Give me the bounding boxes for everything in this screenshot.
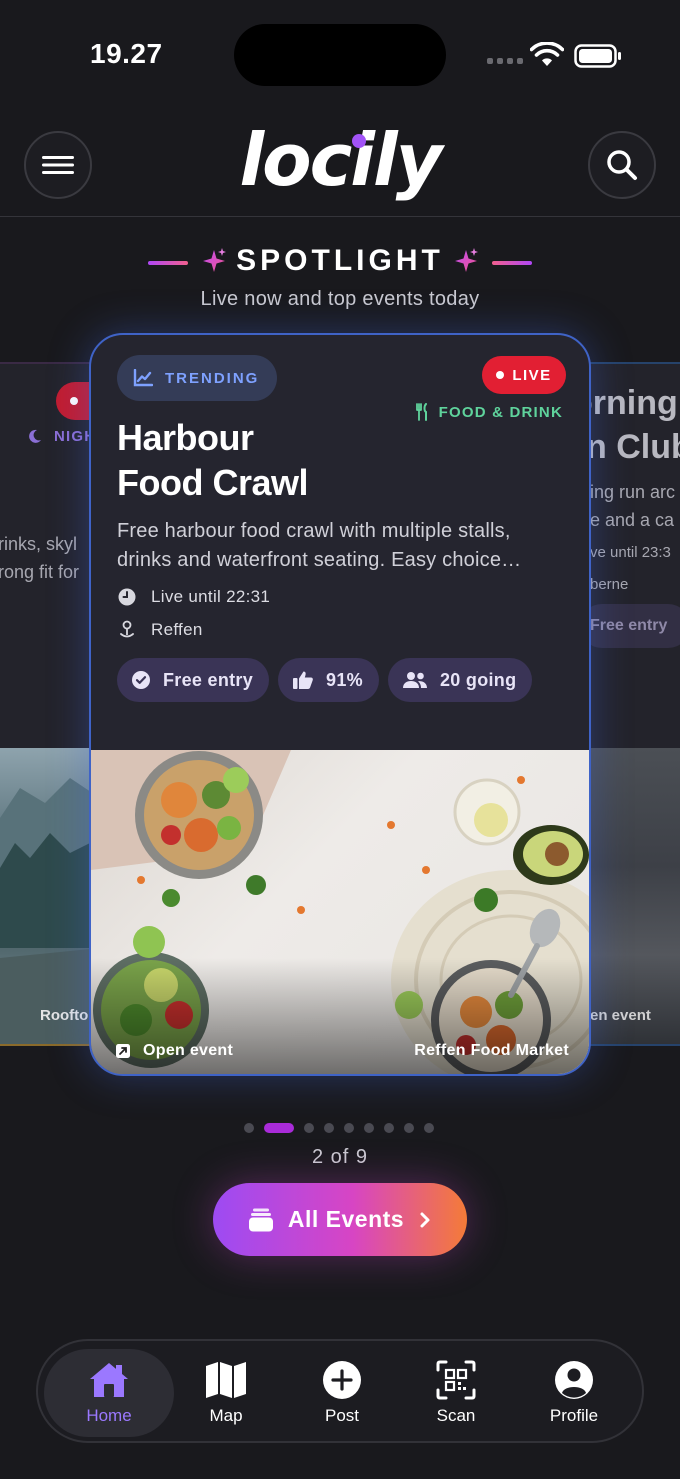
event-location: Reffen xyxy=(117,620,203,640)
tab-map[interactable]: Map xyxy=(166,1349,286,1437)
event-chips: Free entry 91% 20 going xyxy=(117,658,533,702)
side-time: ve until 23:3 xyxy=(590,544,671,561)
category-label: FOOD & DRINK xyxy=(438,403,563,421)
home-icon xyxy=(90,1363,128,1397)
sparkle-icon xyxy=(455,248,478,272)
search-icon xyxy=(607,150,637,180)
trending-chart-icon xyxy=(133,369,153,387)
pagination-dot-active[interactable] xyxy=(264,1123,294,1133)
event-image: Open event Reffen Food Market xyxy=(91,750,589,1074)
clock-icon xyxy=(118,588,136,606)
pagination-dot[interactable] xyxy=(364,1123,374,1133)
wifi-icon xyxy=(530,42,564,66)
side-title-line: orning xyxy=(580,384,678,422)
event-venue: Reffen Food Market xyxy=(414,1042,569,1059)
live-label: LIVE xyxy=(512,366,552,384)
logo-dot xyxy=(352,134,366,148)
people-icon xyxy=(402,672,427,688)
trending-label: TRENDING xyxy=(165,369,260,387)
app-logo: locily xyxy=(239,118,442,202)
stack-icon xyxy=(248,1208,273,1231)
trending-badge: TRENDING xyxy=(117,355,278,401)
live-dot-icon xyxy=(496,371,505,379)
side-event-image: en event xyxy=(580,748,680,1044)
open-event-link[interactable]: Open event xyxy=(115,1042,233,1060)
spotlight-line-right xyxy=(492,261,532,265)
live-badge: LIVE xyxy=(482,356,566,394)
pagination-dot[interactable] xyxy=(304,1123,314,1133)
tab-scan[interactable]: Scan xyxy=(396,1349,516,1437)
header-divider xyxy=(0,216,680,217)
side-desc-line: ing run arc xyxy=(590,482,676,502)
side-desc-line: rinks, skyl xyxy=(0,534,78,554)
all-events-button[interactable]: All Events xyxy=(213,1183,467,1256)
event-title: Harbour Food Crawl xyxy=(117,417,309,503)
pager-counter: 2 of 9 xyxy=(311,1146,369,1168)
pagination-dot[interactable] xyxy=(324,1123,334,1133)
pagination-dot[interactable] xyxy=(424,1123,434,1133)
pagination-dot[interactable] xyxy=(344,1123,354,1133)
thumbs-up-icon xyxy=(293,671,313,689)
dynamic-island xyxy=(234,24,446,86)
all-events-label: All Events xyxy=(287,1206,405,1232)
spotlight-subtitle: Live now and top events today xyxy=(200,288,480,310)
tab-profile[interactable]: Profile xyxy=(514,1349,634,1437)
chip-free-entry: Free entry xyxy=(117,658,270,702)
side-chip: Free entry xyxy=(580,604,680,648)
pagination-dot[interactable] xyxy=(384,1123,394,1133)
chip-rating: 91% xyxy=(278,658,379,702)
cellular-signal-icon xyxy=(487,58,523,64)
side-image-label: en event xyxy=(590,1007,651,1024)
external-link-icon xyxy=(116,1044,130,1058)
event-description: Free harbour food crawl with multiple st… xyxy=(117,520,522,571)
event-card-previous[interactable]: NIGH rinks, skyl rong fit for Rooftop xyxy=(0,362,100,1046)
search-button[interactable] xyxy=(588,131,656,199)
tab-home[interactable]: Home xyxy=(44,1349,174,1437)
side-event-image: Rooftop xyxy=(0,748,99,1044)
tab-post[interactable]: Post xyxy=(282,1349,402,1437)
bottom-tab-bar: Home Map Post Scan Profile xyxy=(36,1339,644,1443)
carousel-pagination xyxy=(244,1123,434,1133)
status-time: 19.27 xyxy=(90,38,163,69)
check-circle-icon xyxy=(132,671,150,689)
pagination-dot[interactable] xyxy=(404,1123,414,1133)
side-title-line: n Club xyxy=(586,428,680,466)
plus-circle-icon xyxy=(323,1361,361,1399)
moon-icon xyxy=(29,429,41,443)
event-category: FOOD & DRINK xyxy=(415,403,563,421)
event-card-current[interactable]: TRENDING LIVE FOOD & DRINK Harbour Food … xyxy=(89,333,591,1076)
side-desc-line: rong fit for xyxy=(0,562,80,582)
side-place: berne xyxy=(590,576,629,593)
chevron-right-icon xyxy=(420,1212,430,1227)
location-pin-icon xyxy=(120,620,134,638)
side-desc-line: e and a ca xyxy=(590,510,675,530)
qr-scan-icon xyxy=(436,1360,476,1400)
profile-icon xyxy=(555,1361,593,1399)
spotlight-title: SPOTLIGHT xyxy=(236,244,444,277)
map-icon xyxy=(206,1362,246,1398)
event-time: Live until 22:31 xyxy=(117,587,270,607)
pagination-dot[interactable] xyxy=(244,1123,254,1133)
chip-going: 20 going xyxy=(387,658,533,702)
battery-icon xyxy=(574,44,621,68)
event-card-next[interactable]: orning n Club ing run arc e and a ca ve … xyxy=(580,362,680,1046)
